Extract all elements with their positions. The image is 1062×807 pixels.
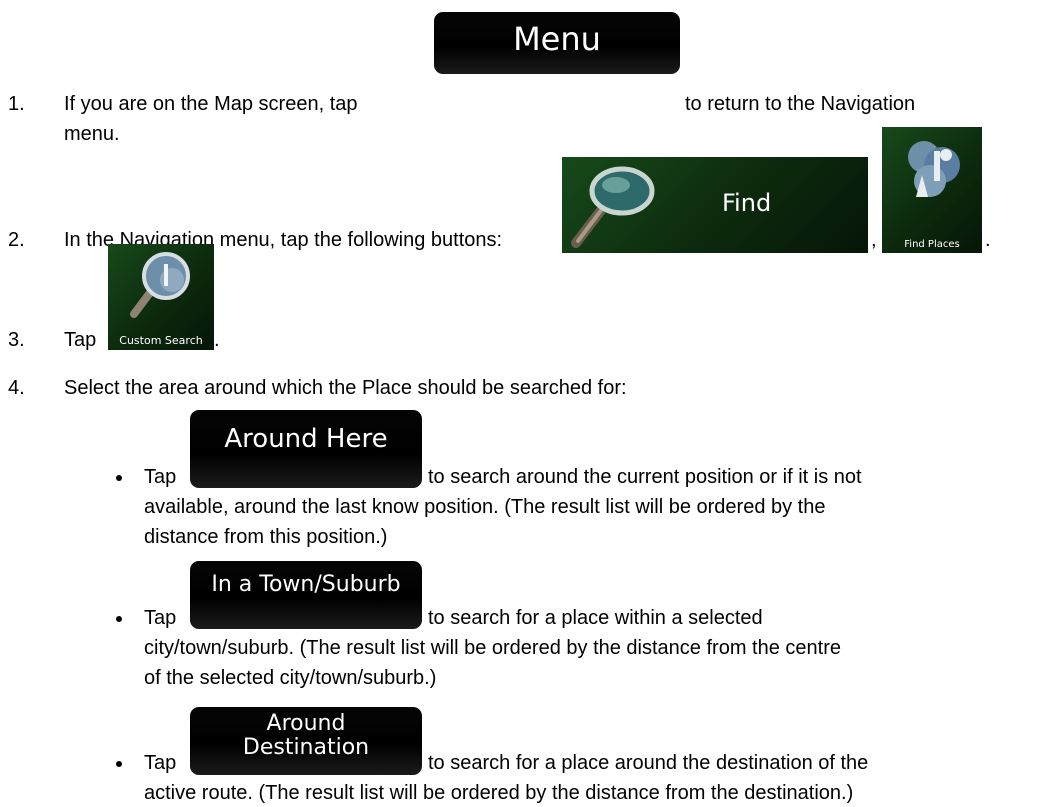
bullet-text: to search around the current position or… <box>428 466 862 488</box>
in-a-town-label: In a Town/Suburb <box>211 572 401 597</box>
bullet-text: available, around the last know position… <box>144 496 826 518</box>
bullet-text: to search for a place around the destina… <box>428 752 869 774</box>
step-text: If you are on the Map screen, tap <box>64 93 358 115</box>
around-here-button[interactable]: Around Here <box>190 410 422 488</box>
step-text: Tap <box>64 329 97 351</box>
bullet-dot <box>116 761 122 767</box>
step-number: 1. <box>8 93 25 115</box>
step-number: 3. <box>8 329 25 351</box>
menu-button-label: Menu <box>513 20 601 58</box>
in-a-town-button[interactable]: In a Town/Suburb <box>190 561 422 629</box>
custom-search-label: Custom Search <box>119 334 203 347</box>
around-here-label: Around Here <box>224 424 388 454</box>
bullet-tap: Tap <box>144 752 177 774</box>
around-destination-button[interactable]: Around Destination <box>190 707 422 775</box>
bullet-dot <box>116 616 122 622</box>
step-text: Select the area around which the Place s… <box>64 377 627 399</box>
places-icon <box>908 141 960 197</box>
around-destination-label-line2: Destination <box>242 735 370 760</box>
custom-search-button[interactable]: Custom Search <box>108 244 214 350</box>
bullet-text: distance from this position.) <box>144 526 388 548</box>
magnifier-icon <box>571 166 655 248</box>
step-text: menu. <box>64 123 120 145</box>
bullet-tap: Tap <box>144 607 177 629</box>
bullet-text: active route. (The result list will be o… <box>144 782 854 804</box>
bullet-text: to search for a place within a selected <box>428 607 763 629</box>
custom-search-icon <box>130 252 190 318</box>
find-places-button[interactable]: Find Places <box>882 127 982 253</box>
bullet-tap: Tap <box>144 466 177 488</box>
step-number: 4. <box>8 377 25 399</box>
menu-button[interactable]: Menu <box>434 12 680 74</box>
bullet-text: city/town/suburb. (The result list will … <box>144 637 841 659</box>
period: . <box>214 329 220 351</box>
around-destination-label-line1: Around <box>266 711 346 736</box>
step-text: to return to the Navigation <box>685 93 916 115</box>
bullet-dot <box>116 475 122 481</box>
separator: , <box>871 229 877 251</box>
find-button[interactable]: Find <box>562 157 868 253</box>
step-number: 2. <box>8 229 25 251</box>
bullet-text: of the selected city/town/suburb.) <box>144 667 437 689</box>
period: . <box>985 229 991 251</box>
find-places-label: Find Places <box>904 239 960 250</box>
find-button-label: Find <box>722 189 772 217</box>
